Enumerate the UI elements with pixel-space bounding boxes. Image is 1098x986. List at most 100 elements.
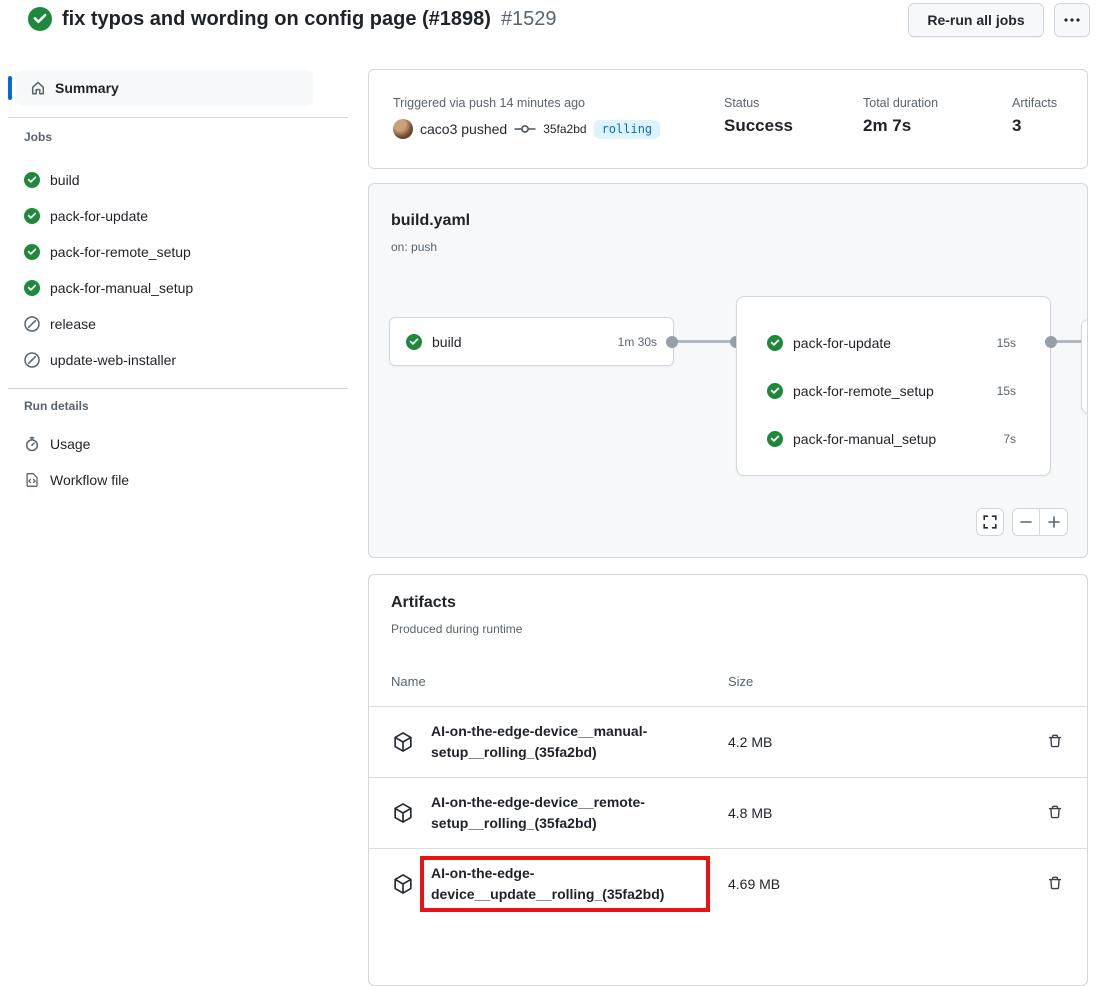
sidebar-job-pack-for-manual-setup[interactable]: pack-for-manual_setup [0, 270, 348, 306]
package-icon [392, 731, 414, 753]
artifact-size: 4.2 MB [728, 734, 772, 750]
duration-value: 2m 7s [863, 116, 938, 136]
home-icon [30, 80, 46, 96]
trash-icon[interactable] [1047, 804, 1063, 820]
graph-node-pack-for-update[interactable]: pack-for-update 15s [737, 319, 1050, 367]
stopwatch-icon [24, 436, 40, 452]
skipped-icon [24, 352, 40, 368]
artifact-size: 4.69 MB [728, 876, 780, 892]
run-detail-label: Usage [50, 436, 90, 452]
graph-node-label: build [432, 334, 462, 350]
sidebar-divider [8, 388, 348, 389]
trigger-label: Triggered via push 14 minutes ago [393, 96, 585, 110]
sidebar-job-build[interactable]: build [0, 162, 348, 198]
red-annotation-box: AI-on-the-edge-device__update__rolling_(… [420, 856, 710, 912]
trash-icon[interactable] [1047, 733, 1063, 749]
success-check-icon [767, 431, 783, 447]
artifact-row: AI-on-the-edge-device__remote-setup__rol… [369, 777, 1087, 848]
actor-pushed-text[interactable]: caco3 pushed [420, 121, 507, 137]
zoom-in-button[interactable] [1040, 509, 1067, 535]
workflow-file-name: build.yaml [391, 212, 470, 230]
page-title: fix typos and wording on config page (#1… [62, 8, 491, 31]
status-label: Status [724, 96, 793, 110]
artifact-name-link[interactable]: AI-on-the-edge-device__manual-setup__rol… [431, 721, 699, 763]
sidebar-item-usage[interactable]: Usage [0, 426, 348, 462]
sidebar-job-update-web-installer[interactable]: update-web-installer [0, 342, 348, 378]
job-label: release [50, 316, 96, 332]
graph-node-label: pack-for-manual_setup [793, 431, 936, 447]
run-title-wrap: fix typos and wording on config page (#1… [28, 7, 557, 31]
success-check-icon [24, 172, 40, 188]
status-value: Success [724, 116, 793, 136]
kebab-horizontal-icon [1064, 18, 1080, 22]
graph-zoom-controls [1012, 508, 1068, 536]
graph-node-duration: 15s [997, 336, 1016, 350]
run-summary-card: Triggered via push 14 minutes ago caco3 … [368, 69, 1088, 169]
graph-node-partial [1081, 319, 1088, 414]
artifact-row: AI-on-the-edge-device__manual-setup__rol… [369, 706, 1087, 777]
column-header-name: Name [391, 674, 426, 689]
run-number: #1529 [501, 8, 557, 31]
package-icon [392, 873, 414, 895]
success-check-icon [24, 280, 40, 296]
artifacts-subtitle: Produced during runtime [391, 622, 522, 636]
artifacts-count-label: Artifacts [1012, 96, 1057, 110]
commit-row: caco3 pushed 35fa2bd rolling [393, 118, 660, 140]
status-column: Status Success [724, 96, 793, 136]
commit-sha-link[interactable]: 35fa2bd [543, 122, 586, 136]
graph-edge [672, 340, 738, 343]
branch-badge[interactable]: rolling [594, 120, 661, 139]
sidebar-item-summary[interactable]: Summary [16, 70, 313, 106]
sidebar-item-workflow-file[interactable]: Workflow file [0, 462, 348, 498]
graph-node-label: pack-for-update [793, 335, 891, 351]
workflow-graph-card: build.yaml on: push build 1m 30s pack-fo… [368, 183, 1088, 558]
graph-node-pack-for-manual-setup[interactable]: pack-for-manual_setup 7s [737, 415, 1050, 463]
graph-node-build[interactable]: build 1m 30s [389, 317, 674, 366]
jobs-list: build pack-for-update pack-for-remote_se… [0, 162, 348, 378]
run-detail-label: Workflow file [50, 472, 129, 488]
skipped-icon [24, 316, 40, 332]
success-check-icon [28, 7, 52, 31]
sidebar: Summary Jobs build pack-for-update pack-… [0, 62, 348, 915]
column-header-size: Size [728, 674, 753, 689]
artifacts-count-column: Artifacts 3 [1012, 96, 1057, 136]
fullscreen-icon [983, 515, 997, 529]
sidebar-divider [8, 117, 348, 118]
graph-node-pack-for-remote-setup[interactable]: pack-for-remote_setup 15s [737, 367, 1050, 415]
duration-column: Total duration 2m 7s [863, 96, 938, 136]
workflow-trigger: on: push [391, 240, 437, 254]
artifact-name-link[interactable]: AI-on-the-edge-device__update__rolling_(… [431, 863, 699, 905]
job-label: update-web-installer [50, 352, 176, 368]
minus-icon [1019, 515, 1033, 529]
graph-node-duration: 7s [1003, 432, 1016, 446]
avatar[interactable] [393, 119, 413, 139]
rerun-all-jobs-button[interactable]: Re-run all jobs [908, 3, 1044, 37]
success-check-icon [406, 334, 422, 350]
job-label: pack-for-update [50, 208, 148, 224]
kebab-menu-button[interactable] [1054, 3, 1090, 37]
graph-edge-dot [666, 336, 678, 348]
jobs-section-header: Jobs [24, 130, 52, 144]
graph-node-label: pack-for-remote_setup [793, 383, 934, 399]
file-code-icon [24, 472, 40, 488]
artifacts-count-value: 3 [1012, 116, 1057, 136]
graph-fullscreen-button[interactable] [976, 508, 1004, 536]
run-details-section-header: Run details [24, 399, 89, 413]
success-check-icon [24, 244, 40, 260]
sidebar-job-pack-for-update[interactable]: pack-for-update [0, 198, 348, 234]
artifact-name-link[interactable]: AI-on-the-edge-device__remote-setup__rol… [431, 792, 699, 834]
trash-icon[interactable] [1047, 875, 1063, 891]
sidebar-job-release[interactable]: release [0, 306, 348, 342]
graph-node-duration: 1m 30s [618, 335, 657, 349]
run-details-list: Usage Workflow file [0, 426, 348, 498]
job-label: pack-for-remote_setup [50, 244, 191, 260]
run-header: fix typos and wording on config page (#1… [0, 0, 1098, 56]
artifacts-title: Artifacts [391, 594, 456, 612]
sidebar-job-pack-for-remote-setup[interactable]: pack-for-remote_setup [0, 234, 348, 270]
plus-icon [1047, 515, 1061, 529]
job-label: build [50, 172, 80, 188]
zoom-out-button[interactable] [1013, 509, 1040, 535]
artifact-size: 4.8 MB [728, 805, 772, 821]
success-check-icon [767, 335, 783, 351]
success-check-icon [24, 208, 40, 224]
